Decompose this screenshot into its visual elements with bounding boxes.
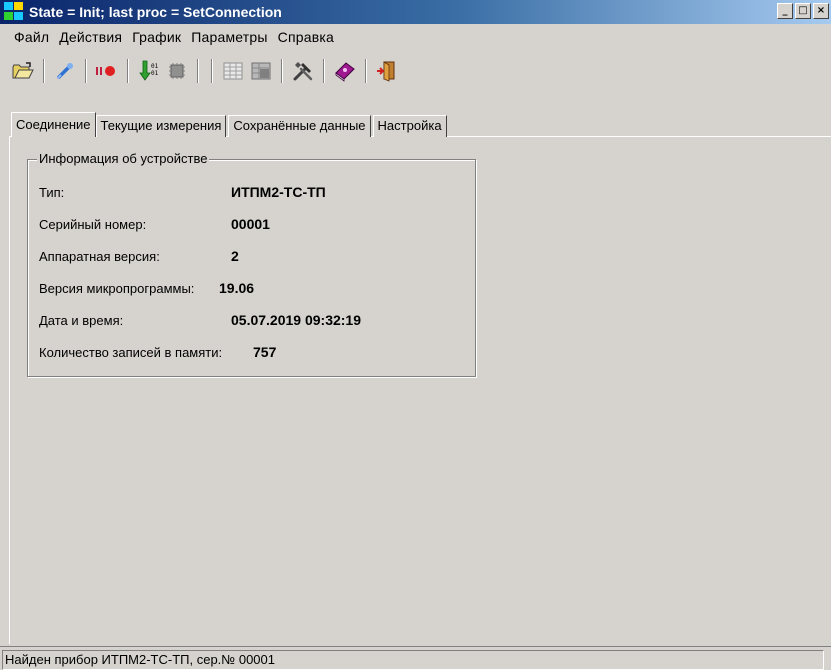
toolbar-separator [127, 59, 129, 83]
info-row-records: Количество записей в памяти: 757 [28, 344, 477, 365]
info-value: 2 [231, 248, 239, 264]
tab-panel-connection: Информация об устройстве Тип: ИТПМ2-ТС-Т… [9, 136, 831, 644]
exit-icon[interactable] [374, 58, 400, 84]
table-icon[interactable] [220, 58, 246, 84]
grid-icon[interactable] [248, 58, 274, 84]
close-button[interactable]: × [813, 3, 829, 19]
status-text: Найден прибор ИТПМ2-ТС-ТП, сер.№ 00001 [2, 650, 824, 670]
info-value: ИТПМ2-ТС-ТП [231, 184, 326, 200]
menu-parameters[interactable]: Параметры [190, 28, 268, 46]
tab-current-measurements[interactable]: Текущие измерения [95, 115, 227, 137]
group-title: Информация об устройстве [37, 151, 210, 166]
memory-icon[interactable] [164, 58, 190, 84]
toolbar-separator [85, 59, 87, 83]
tab-connection[interactable]: Соединение [11, 112, 96, 137]
info-value: 00001 [231, 216, 270, 232]
toolbar-separator [43, 59, 45, 83]
info-row-serial: Серийный номер: 00001 [28, 216, 477, 237]
info-value: 19.06 [219, 280, 255, 296]
tools-icon[interactable] [290, 58, 316, 84]
info-value: 05.07.2019 09:32:19 [231, 312, 361, 328]
svg-text:01: 01 [151, 70, 159, 77]
svg-text:01: 01 [151, 63, 159, 70]
toolbar: 01 01 [0, 53, 831, 89]
info-value: 757 [253, 344, 277, 360]
tab-saved-data[interactable]: Сохранённые данные [228, 115, 371, 137]
info-row-type: Тип: ИТПМ2-ТС-ТП [28, 184, 477, 205]
info-label: Тип: [39, 185, 65, 200]
info-row-hardware: Аппаратная версия: 2 [28, 248, 477, 269]
info-label: Версия микропрограммы: [39, 281, 195, 296]
tab-settings[interactable]: Настройка [372, 115, 447, 137]
info-label: Дата и время: [39, 313, 124, 328]
window-title: State = Init; last proc = SetConnection [29, 4, 282, 20]
app-icon [4, 2, 26, 22]
menu-actions[interactable]: Действия [58, 28, 123, 46]
toolbar-separator [211, 59, 213, 83]
info-label: Количество записей в памяти: [39, 345, 223, 360]
read-data-icon[interactable]: 01 01 [136, 58, 162, 84]
open-folder-icon[interactable] [10, 58, 36, 84]
menu-chart[interactable]: График [131, 28, 182, 46]
minimize-button[interactable]: _ [777, 3, 793, 19]
menu-bar: Файл Действия График Параметры Справка [0, 25, 831, 49]
info-row-datetime: Дата и время: 05.07.2019 09:32:19 [28, 312, 477, 333]
info-label: Аппаратная версия: [39, 249, 160, 264]
toolbar-separator [281, 59, 283, 83]
menu-help[interactable]: Справка [277, 28, 335, 46]
stop-record-icon[interactable] [94, 58, 120, 84]
maximize-button[interactable]: □ [795, 3, 811, 19]
status-bar: Найден прибор ИТПМ2-ТС-ТП, сер.№ 00001 [0, 646, 831, 670]
info-row-firmware: Версия микропрограммы: 19.06 [28, 280, 477, 301]
toolbar-separator [323, 59, 325, 83]
tab-strip: Соединение Текущие измерения Сохранённые… [11, 112, 449, 137]
toolbar-separator [365, 59, 367, 83]
help-book-icon[interactable] [332, 58, 358, 84]
info-label: Серийный номер: [39, 217, 147, 232]
menu-file[interactable]: Файл [13, 28, 50, 46]
device-info-group: Информация об устройстве Тип: ИТПМ2-ТС-Т… [27, 151, 477, 377]
title-bar[interactable]: State = Init; last proc = SetConnection … [0, 0, 831, 24]
toolbar-separator [197, 59, 199, 83]
connect-icon[interactable] [52, 58, 78, 84]
